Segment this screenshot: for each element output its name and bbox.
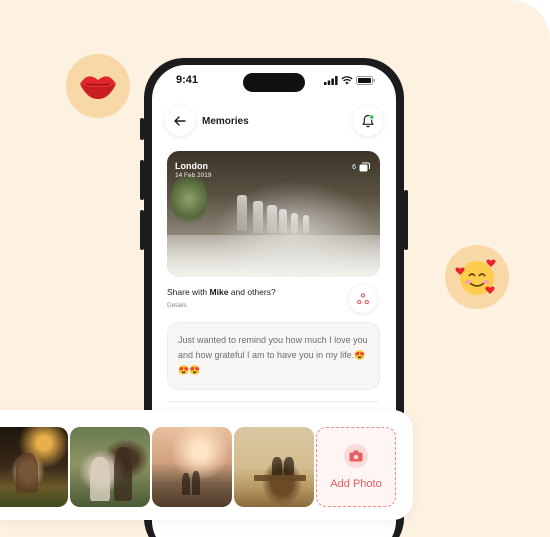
- thumbnail-person: [182, 473, 190, 495]
- share-question: Share with Mike and others?: [167, 287, 380, 297]
- thumbnail-photo[interactable]: [152, 427, 232, 507]
- share-button[interactable]: [349, 285, 377, 313]
- thumbnail-person: [114, 447, 132, 501]
- battery-icon: [356, 75, 375, 85]
- share-suffix: and others?: [228, 287, 276, 297]
- details-link[interactable]: Details: [167, 302, 380, 309]
- add-photo-button[interactable]: Add Photo: [316, 427, 396, 507]
- photo-stack-icon: [359, 162, 370, 172]
- header: Memories: [152, 103, 396, 139]
- share-contact-name: Mike: [209, 287, 229, 297]
- add-photo-label: Add Photo: [330, 478, 382, 490]
- photo-glass: [237, 195, 247, 231]
- thumbnail-photo[interactable]: [234, 427, 314, 507]
- thumbnail-photo[interactable]: [0, 427, 68, 507]
- status-icons: [324, 75, 376, 85]
- camera-icon-badge: [344, 444, 368, 468]
- page-title: Memories: [202, 115, 249, 127]
- photo-count-badge: 6: [352, 162, 370, 172]
- memory-city: London: [175, 161, 208, 171]
- share-prefix: Share with: [167, 287, 210, 297]
- thumbnail-bench: [254, 475, 306, 481]
- phone-power-button: [404, 190, 408, 250]
- thumbnail-person: [192, 471, 200, 495]
- divider: [167, 401, 380, 402]
- photo-glass: [279, 209, 287, 233]
- photo-strip: Add Photo: [0, 410, 413, 520]
- photo-glass: [291, 213, 298, 233]
- wifi-icon: [341, 75, 353, 84]
- memory-date: 14 Feb 2019: [175, 172, 212, 179]
- photo-table: [167, 235, 380, 277]
- dynamic-island: [243, 73, 305, 92]
- photo-count: 6: [352, 163, 356, 171]
- notifications-button[interactable]: [353, 106, 383, 136]
- photo-glass: [267, 205, 277, 233]
- photo-glass: [253, 201, 263, 233]
- status-time: 9:41: [176, 74, 199, 86]
- back-arrow-icon: [174, 116, 186, 126]
- thumbnail-photo[interactable]: [70, 427, 150, 507]
- photo-plant: [171, 171, 207, 227]
- thumbnail-person: [272, 457, 282, 475]
- camera-icon: [349, 450, 363, 462]
- bell-icon: [362, 114, 375, 128]
- thumbnail-person: [284, 457, 294, 475]
- memory-message: Just wanted to remind you how much I lov…: [167, 322, 380, 390]
- back-button[interactable]: [165, 106, 195, 136]
- memory-photo[interactable]: London 14 Feb 2019 6: [167, 151, 380, 277]
- photo-glass: [303, 215, 309, 233]
- kiss-lips-icon: [66, 54, 130, 118]
- signal-icon: [324, 75, 338, 85]
- share-icon: [357, 293, 369, 305]
- thumbnail-person: [16, 453, 38, 493]
- smiling-face-with-hearts-icon: [445, 245, 509, 309]
- thumbnail-person: [90, 457, 110, 501]
